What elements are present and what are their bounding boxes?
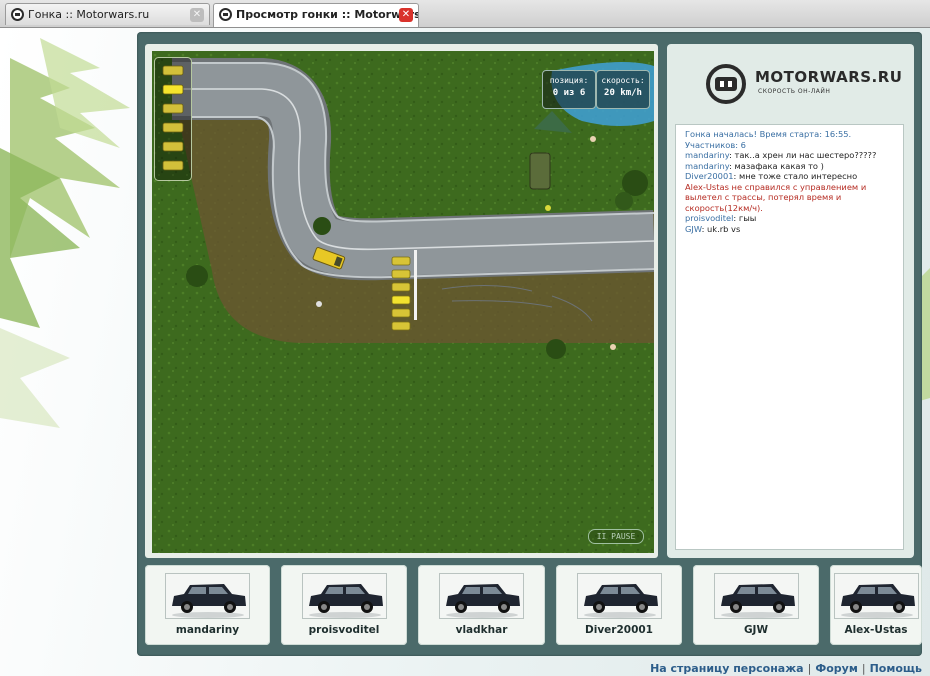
speed-label: скорость: [601,76,645,85]
logo-title: MOTORWARS.RU [755,68,903,86]
player-name: proisvoditel [308,624,380,636]
close-tab-icon[interactable]: ✕ [190,8,204,22]
player-name: GJW [743,624,769,636]
player-car-image [439,573,524,619]
chat-nick[interactable]: mandariny [685,161,729,171]
motorwars-favicon-icon [219,8,232,21]
player-car-image [577,573,662,619]
position-hud: позиция: 0 из 6 [542,70,596,109]
character-page-link[interactable]: На страницу персонажа [650,662,804,675]
player-name: mandariny [175,624,240,636]
race-track-canvas [152,51,654,553]
player-card[interactable]: vladkhar [418,565,545,645]
player-card[interactable]: proisvoditel [281,565,407,645]
player-name: Diver20001 [585,624,653,636]
players-strip: mandariny proisvoditel vladkhar Diver20001 G… [145,565,922,647]
chat-message: mandariny: мазафака какая то ) [685,160,824,171]
chat-message: GJW: uk.rb vs [685,223,741,234]
position-label: позиция: [549,76,589,85]
chat-nick[interactable]: mandariny [685,150,729,160]
tab-race[interactable]: Гонка :: Motorwars.ru ✕ [5,3,210,25]
chat-text: мазафака какая то ) [734,160,824,171]
player-card[interactable]: Alex-Ustas [830,565,922,645]
chat-message: mandariny: так..а хрен ли нас шестеро???… [685,150,877,160]
motorwars-logo[interactable]: MOTORWARS.RU СКОРОСТЬ ОН-ЛАЙН [705,64,902,104]
speed-value: 20 km/h [604,88,642,98]
speed-hud: скорость: 20 km/h [596,70,650,109]
side-panel: MOTORWARS.RU СКОРОСТЬ ОН-ЛАЙН Гонка нача… [667,44,914,558]
chat-text: мне тоже стало интересно [738,171,858,181]
chat-message: Alex-Ustas не справился с управлением и … [685,181,867,213]
chat-message: Гонка началась! Время старта: 16:55. Уча… [685,129,852,150]
forum-link[interactable]: Форум [815,662,858,675]
game-viewport: позиция: 0 из 6 скорость: 20 km/h II PAU… [145,44,658,558]
browser-tab-bar: Гонка :: Motorwars.ru ✕ Просмотр гонки :… [0,0,930,28]
position-value: 0 из 6 [552,88,586,98]
player-card[interactable]: Diver20001 [556,565,682,645]
pause-button[interactable]: II PAUSE [588,529,644,544]
race-track-view[interactable]: позиция: 0 из 6 скорость: 20 km/h II PAU… [152,51,654,553]
logo-subtitle: СКОРОСТЬ ОН-ЛАЙН [758,88,831,95]
footer-links: На страницу персонажа | Форум | Помощь [650,662,922,675]
motorwars-favicon-icon [11,8,24,21]
player-car-image [165,573,250,619]
player-card[interactable]: GJW [693,565,819,645]
player-name: vladkhar [455,624,508,636]
chat-text: гыы [738,213,757,223]
player-car-image [302,573,387,619]
position-ladder [154,57,192,181]
chat-message: Diver20001: мне тоже стало интересно [685,171,858,181]
race-viewer-frame: позиция: 0 из 6 скорость: 20 km/h II PAU… [137,32,922,656]
player-card[interactable]: mandariny [145,565,270,645]
player-car-image [834,573,919,619]
page-background: позиция: 0 из 6 скорость: 20 km/h II PAU… [0,28,930,676]
chat-nick[interactable]: proisvoditel [685,213,733,223]
help-link[interactable]: Помощь [870,662,922,675]
close-tab-icon[interactable]: ✕ [399,8,413,22]
chat-message: proisvoditel: гыы [685,213,757,223]
player-name: Alex-Ustas [844,624,908,636]
chat-text: так..а хрен ли нас шестеро????? [734,150,877,160]
player-car-image [714,573,799,619]
tab-race-view[interactable]: Просмотр гонки :: Motorwars.ru ✕ [213,3,419,27]
chat-nick[interactable]: GJW [685,224,702,234]
race-chat-log[interactable]: Гонка началась! Время старта: 16:55. Уча… [675,124,904,550]
chat-nick[interactable]: Diver20001 [685,171,734,181]
motorwars-logo-icon [706,64,746,104]
decorative-leaves-left [0,38,130,428]
tab-race-view-title: Просмотр гонки :: Motorwars.ru [236,8,419,21]
chat-text: uk.rb vs [707,223,741,234]
tab-race-title: Гонка :: Motorwars.ru [28,8,150,21]
